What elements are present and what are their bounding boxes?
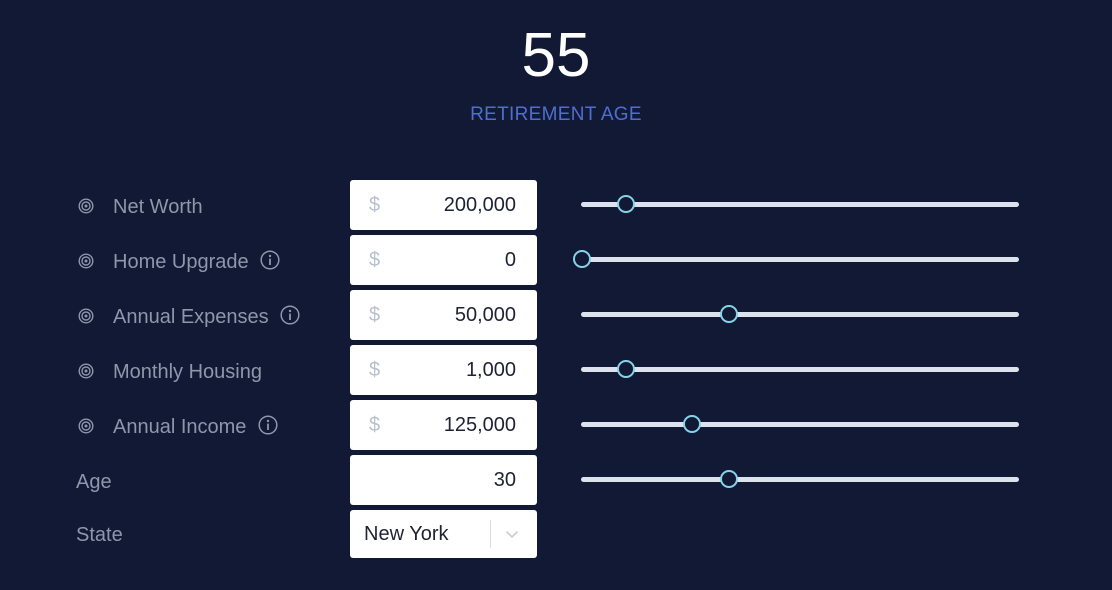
age-value: 30 (493, 469, 516, 491)
annual-expenses-label: Annual Expenses (113, 304, 300, 329)
slider-track (581, 202, 1019, 207)
monthly-housing-label-text: Monthly Housing (113, 360, 262, 383)
currency-prefix: $ (369, 194, 381, 216)
monthly-housing-value: 1,000 (465, 359, 516, 381)
target-icon (78, 418, 94, 434)
annual-income-input[interactable]: $ 125,000 (350, 400, 537, 450)
home-upgrade-slider[interactable] (573, 250, 1019, 268)
annual-income-label-text: Annual Income (113, 415, 247, 438)
annual-expenses-label-text: Annual Expenses (113, 305, 269, 328)
slider-thumb[interactable] (616, 195, 635, 213)
currency-prefix: $ (369, 304, 381, 326)
age-label-text: Age (76, 470, 112, 493)
chevron-down-icon[interactable] (504, 526, 520, 542)
net-worth-label: Net Worth (113, 194, 203, 219)
slider-thumb[interactable] (682, 415, 701, 433)
select-divider (490, 520, 491, 548)
annual-expenses-slider[interactable] (581, 305, 1019, 323)
info-icon[interactable] (260, 250, 280, 270)
state-select-value: New York (364, 523, 449, 545)
target-icon (78, 308, 94, 324)
retirement-age-value: 55 (521, 21, 591, 90)
target-icon (78, 198, 94, 214)
slider-thumb[interactable] (573, 250, 591, 268)
annual-income-label: Annual Income (113, 414, 278, 439)
retirement-age-label: RETIREMENT AGE (470, 104, 642, 125)
annual-income-slider[interactable] (581, 415, 1019, 433)
info-icon[interactable] (258, 415, 278, 435)
net-worth-value: 200,000 (443, 194, 516, 216)
age-input[interactable]: 30 (350, 455, 537, 505)
info-icon[interactable] (280, 305, 300, 325)
slider-track (581, 257, 1019, 262)
state-label-text: State (76, 523, 123, 546)
home-upgrade-label-text: Home Upgrade (113, 250, 249, 273)
slider-track (581, 312, 1019, 317)
row-monthly-housing: Monthly Housing $ 1,000 (0, 345, 1112, 395)
row-state: State New York (0, 510, 1112, 558)
slider-track (581, 367, 1019, 372)
currency-prefix: $ (369, 414, 381, 436)
row-home-upgrade: Home Upgrade $ 0 (0, 235, 1112, 285)
state-select[interactable]: New York (350, 510, 537, 558)
annual-income-value: 125,000 (443, 414, 516, 436)
net-worth-label-text: Net Worth (113, 195, 203, 218)
currency-prefix: $ (369, 359, 381, 381)
row-net-worth: Net Worth $ 200,000 (0, 180, 1112, 230)
row-annual-income: Annual Income $ 125,000 (0, 400, 1112, 450)
currency-prefix: $ (369, 249, 381, 271)
target-icon (78, 253, 94, 269)
row-annual-expenses: Annual Expenses $ 50,000 (0, 290, 1112, 340)
slider-track (581, 477, 1019, 482)
age-label: Age (76, 469, 112, 494)
home-upgrade-value: 0 (504, 249, 516, 271)
monthly-housing-label: Monthly Housing (113, 359, 262, 384)
monthly-housing-input[interactable]: $ 1,000 (350, 345, 537, 395)
row-age: Age 30 (0, 455, 1112, 505)
annual-expenses-input[interactable]: $ 50,000 (350, 290, 537, 340)
slider-thumb[interactable] (719, 305, 738, 323)
target-icon (78, 363, 94, 379)
home-upgrade-label: Home Upgrade (113, 249, 280, 274)
monthly-housing-slider[interactable] (581, 360, 1019, 378)
slider-thumb[interactable] (616, 360, 635, 378)
state-label: State (76, 522, 123, 547)
net-worth-input[interactable]: $ 200,000 (350, 180, 537, 230)
net-worth-slider[interactable] (581, 195, 1019, 213)
slider-track (581, 422, 1019, 427)
age-slider[interactable] (581, 470, 1019, 488)
slider-thumb[interactable] (719, 470, 738, 488)
annual-expenses-value: 50,000 (454, 304, 516, 326)
home-upgrade-input[interactable]: $ 0 (350, 235, 537, 285)
